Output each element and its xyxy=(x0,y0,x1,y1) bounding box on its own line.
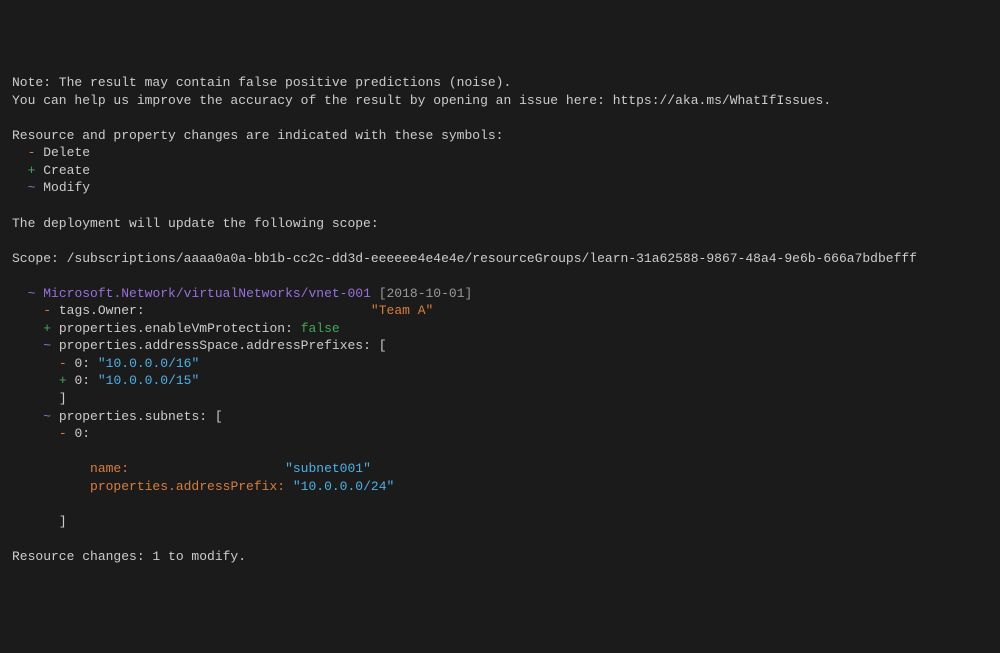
summary-line: Resource changes: 1 to modify. xyxy=(12,549,246,564)
prefix0-del-sym: - xyxy=(59,356,67,371)
scope-suffix: /resourceGroups/learn-31a62588-9867-48a4… xyxy=(465,251,917,266)
resource-modify-symbol: ~ xyxy=(28,286,36,301)
subnets-open: [ xyxy=(215,409,223,424)
addr-prefixes-open: [ xyxy=(379,338,387,353)
subnet0-sym: - xyxy=(59,426,67,441)
prefix0-add-sym: + xyxy=(59,373,67,388)
enable-vm-sym: + xyxy=(43,321,51,336)
tags-owner-sym: - xyxy=(43,303,51,318)
delete-symbol: - xyxy=(28,145,36,160)
modify-label: Modify xyxy=(43,180,90,195)
enable-vm-name: properties.enableVmProtection: xyxy=(59,321,293,336)
prefix0-add-value: "10.0.0.0/15" xyxy=(98,373,199,388)
note-line2: You can help us improve the accuracy of … xyxy=(12,93,831,108)
addr-prefixes-close: ] xyxy=(59,391,67,406)
note-line1: Note: The result may contain false posit… xyxy=(12,75,511,90)
subnet0-idx: 0: xyxy=(74,426,90,441)
subnet-prefix-value: "10.0.0.0/24" xyxy=(293,479,394,494)
prefix0-add-idx: 0: xyxy=(74,373,90,388)
modify-symbol: ~ xyxy=(28,180,36,195)
symbols-intro: Resource and property changes are indica… xyxy=(12,128,503,143)
create-symbol: + xyxy=(28,163,36,178)
terminal-output: Note: The result may contain false posit… xyxy=(12,74,988,565)
resource-path: Microsoft.Network/virtualNetworks/vnet-0… xyxy=(43,286,371,301)
delete-label: Delete xyxy=(43,145,90,160)
tags-owner-value: "Team A" xyxy=(371,303,433,318)
subnets-name: properties.subnets: xyxy=(59,409,207,424)
subnets-sym: ~ xyxy=(43,409,51,424)
subnet-prefix-label: properties.addressPrefix: xyxy=(90,479,285,494)
scope-intro: The deployment will update the following… xyxy=(12,216,379,231)
enable-vm-value: false xyxy=(301,321,340,336)
subnet-name-label: name: xyxy=(90,461,129,476)
create-label: Create xyxy=(43,163,90,178)
subnets-close: ] xyxy=(59,514,67,529)
prefix0-del-value: "10.0.0.0/16" xyxy=(98,356,199,371)
tags-owner-name: tags.Owner: xyxy=(59,303,145,318)
prefix0-del-idx: 0: xyxy=(74,356,90,371)
addr-prefixes-name: properties.addressSpace.addressPrefixes: xyxy=(59,338,371,353)
scope-prefix: Scope: /subscriptions/ xyxy=(12,251,184,266)
addr-prefixes-sym: ~ xyxy=(43,338,51,353)
subnet-name-value: "subnet001" xyxy=(285,461,371,476)
resource-api-version: [2018-10-01] xyxy=(379,286,473,301)
scope-subscription-id: aaaa0a0a-bb1b-cc2c-dd3d-eeeeee4e4e4e xyxy=(184,251,465,266)
